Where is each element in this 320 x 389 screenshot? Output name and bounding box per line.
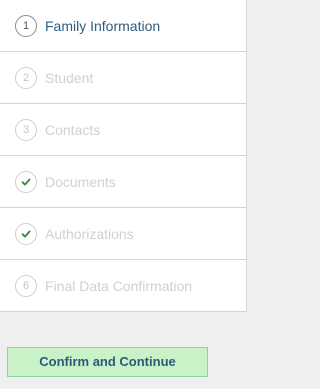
step-authorizations[interactable]: Authorizations <box>0 208 246 260</box>
step-family-information[interactable]: 1 Family Information <box>0 0 246 52</box>
step-complete-badge <box>15 170 37 193</box>
step-complete-badge <box>15 222 37 245</box>
step-number-badge: 3 <box>15 118 37 141</box>
step-number-badge: 6 <box>15 274 37 297</box>
wizard-steps-panel: 1 Family Information 2 Student 3 Contact… <box>0 0 247 312</box>
confirm-and-continue-button[interactable]: Confirm and Continue <box>7 347 208 377</box>
wizard-footer: Confirm and Continue <box>0 312 247 389</box>
step-final-data-confirmation[interactable]: 6 Final Data Confirmation <box>0 260 246 312</box>
step-number-badge: 2 <box>15 66 37 89</box>
checkmark-icon <box>21 178 31 185</box>
step-label: Final Data Confirmation <box>45 277 193 294</box>
checkmark-icon <box>21 230 31 237</box>
step-number-badge: 1 <box>15 14 37 37</box>
step-label: Authorizations <box>45 225 134 242</box>
step-documents[interactable]: Documents <box>0 156 246 208</box>
step-label: Contacts <box>45 121 101 138</box>
step-student[interactable]: 2 Student <box>0 52 246 104</box>
step-label: Student <box>45 69 94 86</box>
step-contacts[interactable]: 3 Contacts <box>0 104 246 156</box>
step-label: Documents <box>45 173 116 190</box>
step-label: Family Information <box>45 17 161 34</box>
